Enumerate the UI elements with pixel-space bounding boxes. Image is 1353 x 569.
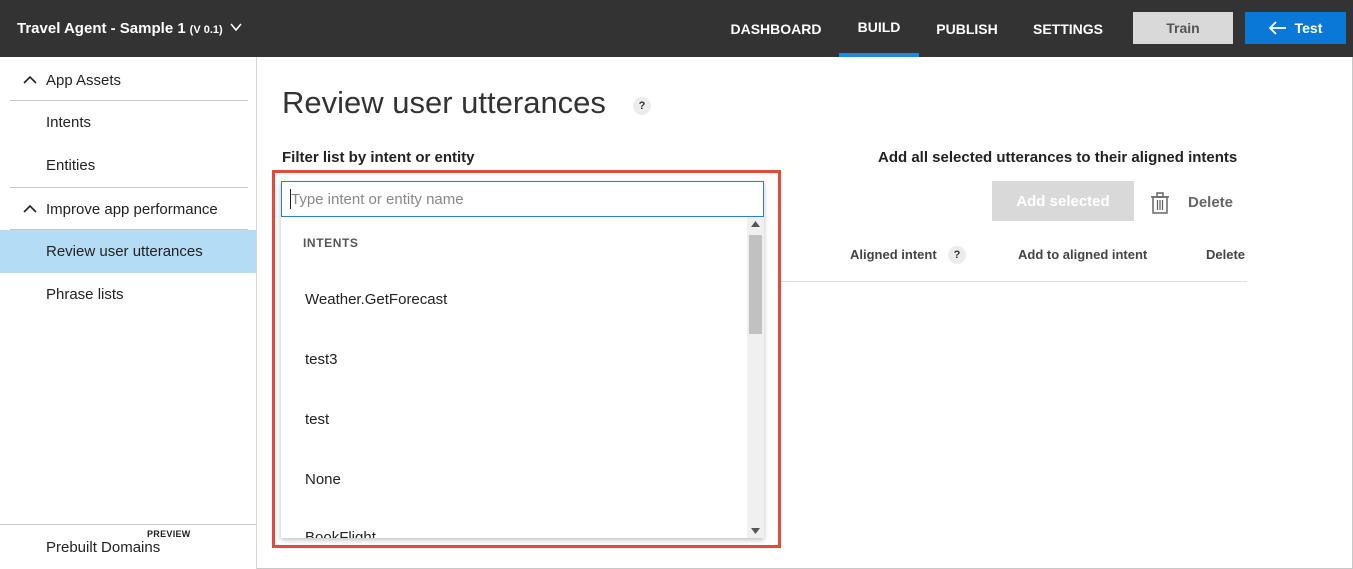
help-icon[interactable]: ?: [633, 97, 651, 115]
nav-settings[interactable]: SETTINGS: [1025, 0, 1111, 57]
sidebar-section-improve-performance[interactable]: Improve app performance: [10, 188, 248, 230]
test-label: Test: [1294, 20, 1323, 36]
nav-publish[interactable]: PUBLISH: [929, 0, 1005, 57]
sidebar-section-app-assets[interactable]: App Assets: [10, 59, 248, 101]
preview-badge: PREVIEW: [147, 529, 191, 539]
divider: [0, 524, 256, 525]
table-header-divider: [780, 281, 1247, 282]
delete-button[interactable]: Delete: [1188, 194, 1233, 211]
column-header-add-to-aligned: Add to aligned intent: [1018, 247, 1148, 262]
filter-label: Filter list by intent or entity: [282, 149, 475, 166]
column-header-aligned-intent: Aligned intent: [850, 247, 937, 262]
chevron-up-icon: [23, 75, 37, 84]
sidebar-item-phrase-lists[interactable]: Phrase lists: [0, 273, 256, 316]
sidebar: App Assets Intents Entities Improve app …: [0, 57, 257, 569]
app-version: (V 0.1): [189, 24, 223, 36]
add-selected-button[interactable]: Add selected: [992, 181, 1134, 221]
add-all-label: Add all selected utterances to their ali…: [878, 149, 1238, 166]
nav-build[interactable]: BUILD: [839, 0, 919, 57]
sidebar-item-intents[interactable]: Intents: [0, 101, 256, 144]
sidebar-item-review-utterances[interactable]: Review user utterances: [0, 230, 256, 273]
sidebar-item-prebuilt-domains[interactable]: Prebuilt Domains: [46, 539, 160, 556]
help-icon[interactable]: ?: [948, 246, 966, 264]
sidebar-section-label: App Assets: [46, 71, 122, 89]
sidebar-section-label: Improve app performance: [46, 200, 218, 218]
app-title: Travel Agent - Sample 1: [17, 20, 186, 37]
nav-dashboard[interactable]: DASHBOARD: [723, 0, 829, 57]
sidebar-item-entities[interactable]: Entities: [0, 144, 256, 187]
trash-icon[interactable]: [1150, 192, 1170, 214]
annotation-highlight-box: [272, 170, 781, 548]
top-bar: Travel Agent - Sample 1 (V 0.1) DASHBOAR…: [0, 0, 1353, 57]
train-button[interactable]: Train: [1133, 12, 1233, 44]
column-header-delete: Delete: [1206, 247, 1246, 262]
app-switcher[interactable]: Travel Agent - Sample 1 (V 0.1): [17, 19, 243, 37]
chevron-up-icon: [23, 204, 37, 213]
page-title: Review user utterances: [282, 85, 606, 120]
chevron-down-icon: [230, 23, 242, 32]
test-button[interactable]: Test: [1245, 12, 1346, 44]
arrow-left-icon: [1268, 21, 1286, 35]
